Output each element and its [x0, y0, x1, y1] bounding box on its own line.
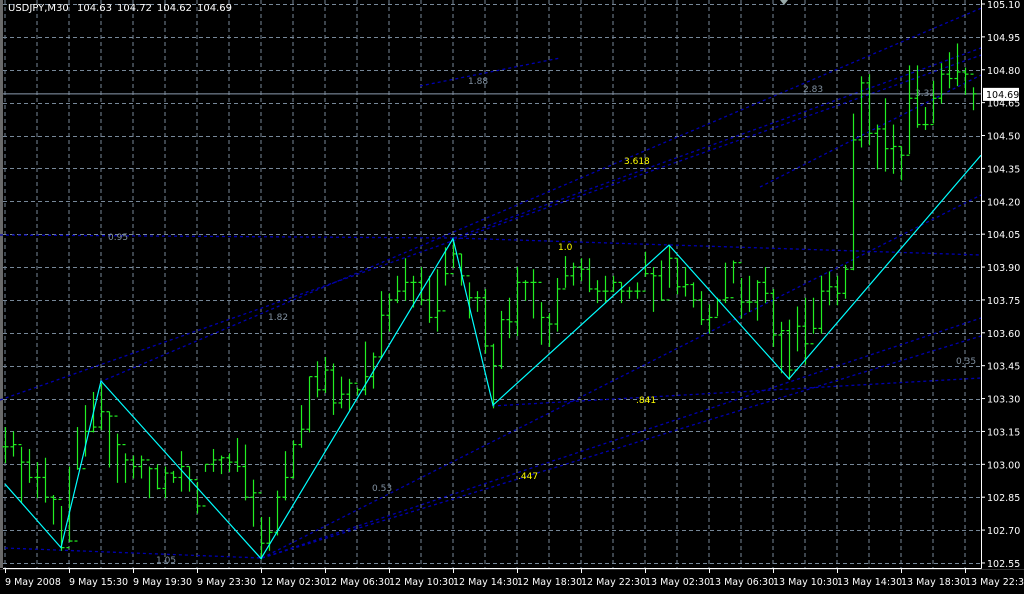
time-tick-label: 13 May 02:30 [645, 577, 710, 588]
time-tick-label: 12 May 18:30 [517, 577, 582, 588]
chart-header: USDJPY,M30 104.63 104.72 104.62 104.69 [8, 3, 237, 14]
price-tick-label: 103.30 [987, 395, 1020, 406]
price-tick-label: 103.00 [987, 460, 1020, 471]
symbol-label: USDJPY,M30 [8, 3, 69, 14]
left-border [0, 0, 3, 568]
fib-level-label: 3.618 [624, 157, 650, 167]
fib-level-label: 1.82 [268, 313, 288, 323]
fib-level-label: .447 [518, 472, 538, 482]
high-value: 104.72 [116, 3, 152, 14]
price-tick-label: 103.15 [987, 427, 1020, 438]
time-tick-label: 13 May 14:30 [837, 577, 902, 588]
price-tick-label: 104.80 [987, 66, 1020, 77]
time-tick-label: 12 May 14:30 [453, 577, 518, 588]
time-tick-label: 9 May 2008 [5, 577, 61, 588]
price-tick-label: 104.95 [987, 33, 1020, 44]
chart-background [0, 0, 1024, 594]
time-tick-label: 12 May 06:30 [325, 577, 390, 588]
time-tick-label: 9 May 19:30 [133, 577, 192, 588]
fib-level-label: 1.0 [558, 243, 573, 253]
price-tick-label: 102.70 [987, 526, 1020, 537]
time-tick-label: 13 May 06:30 [709, 577, 774, 588]
time-tick-label: 13 May 18:30 [901, 577, 966, 588]
fib-level-label: 0.53 [372, 484, 392, 494]
price-tick-label: 103.75 [987, 296, 1020, 307]
fib-level-label: 0.35 [956, 357, 976, 367]
fib-level-label: 0.95 [108, 233, 128, 243]
price-tick-label: 104.05 [987, 230, 1020, 241]
time-tick-label: 13 May 10:30 [773, 577, 838, 588]
fib-level-label: 1.88 [468, 77, 488, 87]
price-tick-label: 105.10 [987, 0, 1020, 11]
time-tick-label: 12 May 02:30 [261, 577, 326, 588]
time-tick-label: 12 May 22:30 [581, 577, 646, 588]
open-value: 104.63 [76, 3, 112, 14]
price-tick-label: 104.35 [987, 164, 1020, 175]
fib-level-label: .841 [636, 396, 656, 406]
time-tick-label: 9 May 15:30 [69, 577, 128, 588]
price-tick-label: 103.45 [987, 362, 1020, 373]
fib-level-label: 1.05 [156, 556, 176, 566]
time-tick-label: 12 May 10:30 [389, 577, 454, 588]
time-tick-label: 9 May 23:30 [197, 577, 256, 588]
price-tick-label: 102.55 [987, 559, 1020, 570]
current-price-label: 104.69 [986, 90, 1019, 101]
low-value: 104.62 [156, 3, 192, 14]
close-value: 104.69 [196, 3, 232, 14]
price-tick-label: 102.85 [987, 493, 1020, 504]
price-tick-label: 103.90 [987, 263, 1020, 274]
price-tick-label: 103.60 [987, 329, 1020, 340]
price-chart[interactable]: 1.882.83 3.323.6180.951.01.82.8410.35.447… [0, 0, 1024, 594]
price-tick-label: 104.20 [987, 197, 1020, 208]
time-tick-label: 13 May 22:30 [965, 577, 1024, 588]
price-tick-label: 104.50 [987, 132, 1020, 143]
axis-shadow [0, 569, 1024, 570]
